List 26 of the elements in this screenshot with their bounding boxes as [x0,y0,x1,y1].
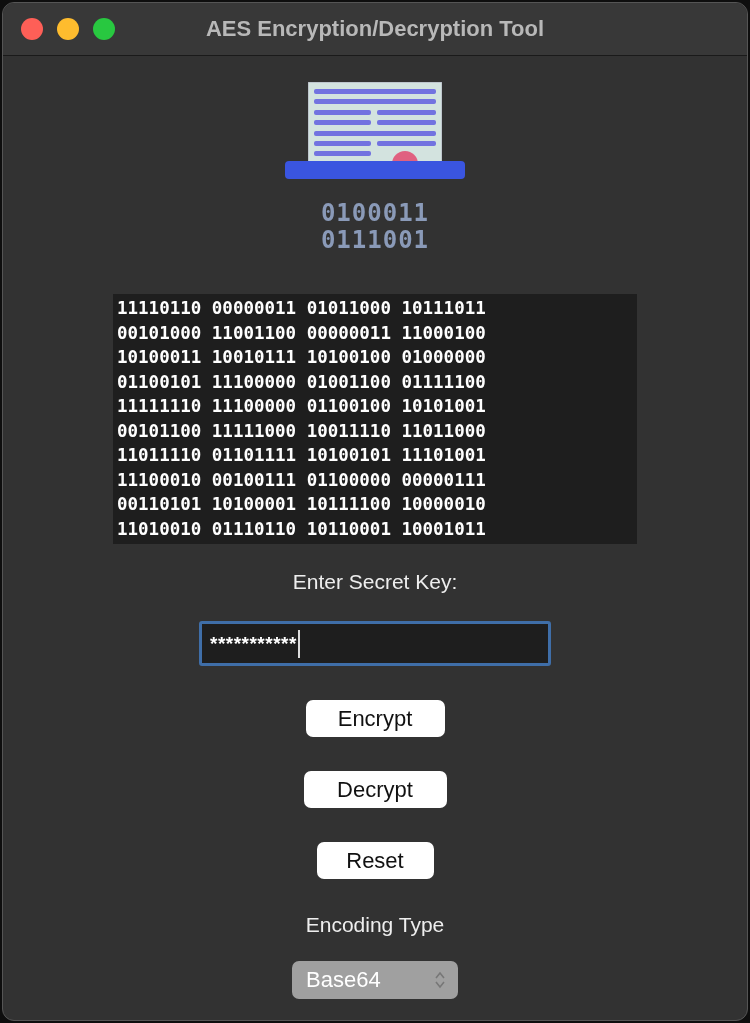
binary-output-line: 10100011 10010111 10100100 01000000 [117,346,487,369]
close-button[interactable] [21,18,43,40]
binary-output-line: 00101000 11001100 00000011 11000100 [117,321,487,345]
action-button[interactable]: Encrypt [305,700,445,737]
window-title: AES Encryption/Decryption Tool [205,16,545,42]
binary-output-line: 11111110 11100000 01100100 10101001 [117,395,487,418]
chevron-updown-icon [434,970,446,990]
logo-binary-text: 0100011 [320,200,430,227]
logo-binary-text: 0111001 [320,227,430,254]
secret-key-field[interactable]: *********** [199,621,551,666]
secret-key-label: Enter Secret Key: [292,570,458,594]
action-button[interactable]: Decrypt [303,771,447,808]
action-button[interactable]: Reset [316,842,434,879]
zoom-button[interactable] [93,18,115,40]
shredder-slot-icon [285,161,465,179]
text-cursor [297,629,300,658]
binary-output-line: 00110101 10100001 10111100 10000010 [117,493,487,516]
binary-output-line: 00101100 11111000 10011110 11011000 [117,419,487,443]
document-icon [308,82,442,164]
binary-output-line: 11011110 01101111 10100101 11101001 [117,444,487,467]
minimize-button[interactable] [57,18,79,40]
binary-output-line: 01100101 11100000 01001100 01111100 [117,370,487,394]
binary-output-line: 11100010 00100111 01100000 00000111 [117,468,487,492]
binary-output-line: 11010010 01110110 10110001 10001011 [117,517,487,541]
encoding-type-label: Encoding Type [305,913,445,937]
binary-output-line: 11110110 00000011 01011000 10111011 [117,297,487,320]
